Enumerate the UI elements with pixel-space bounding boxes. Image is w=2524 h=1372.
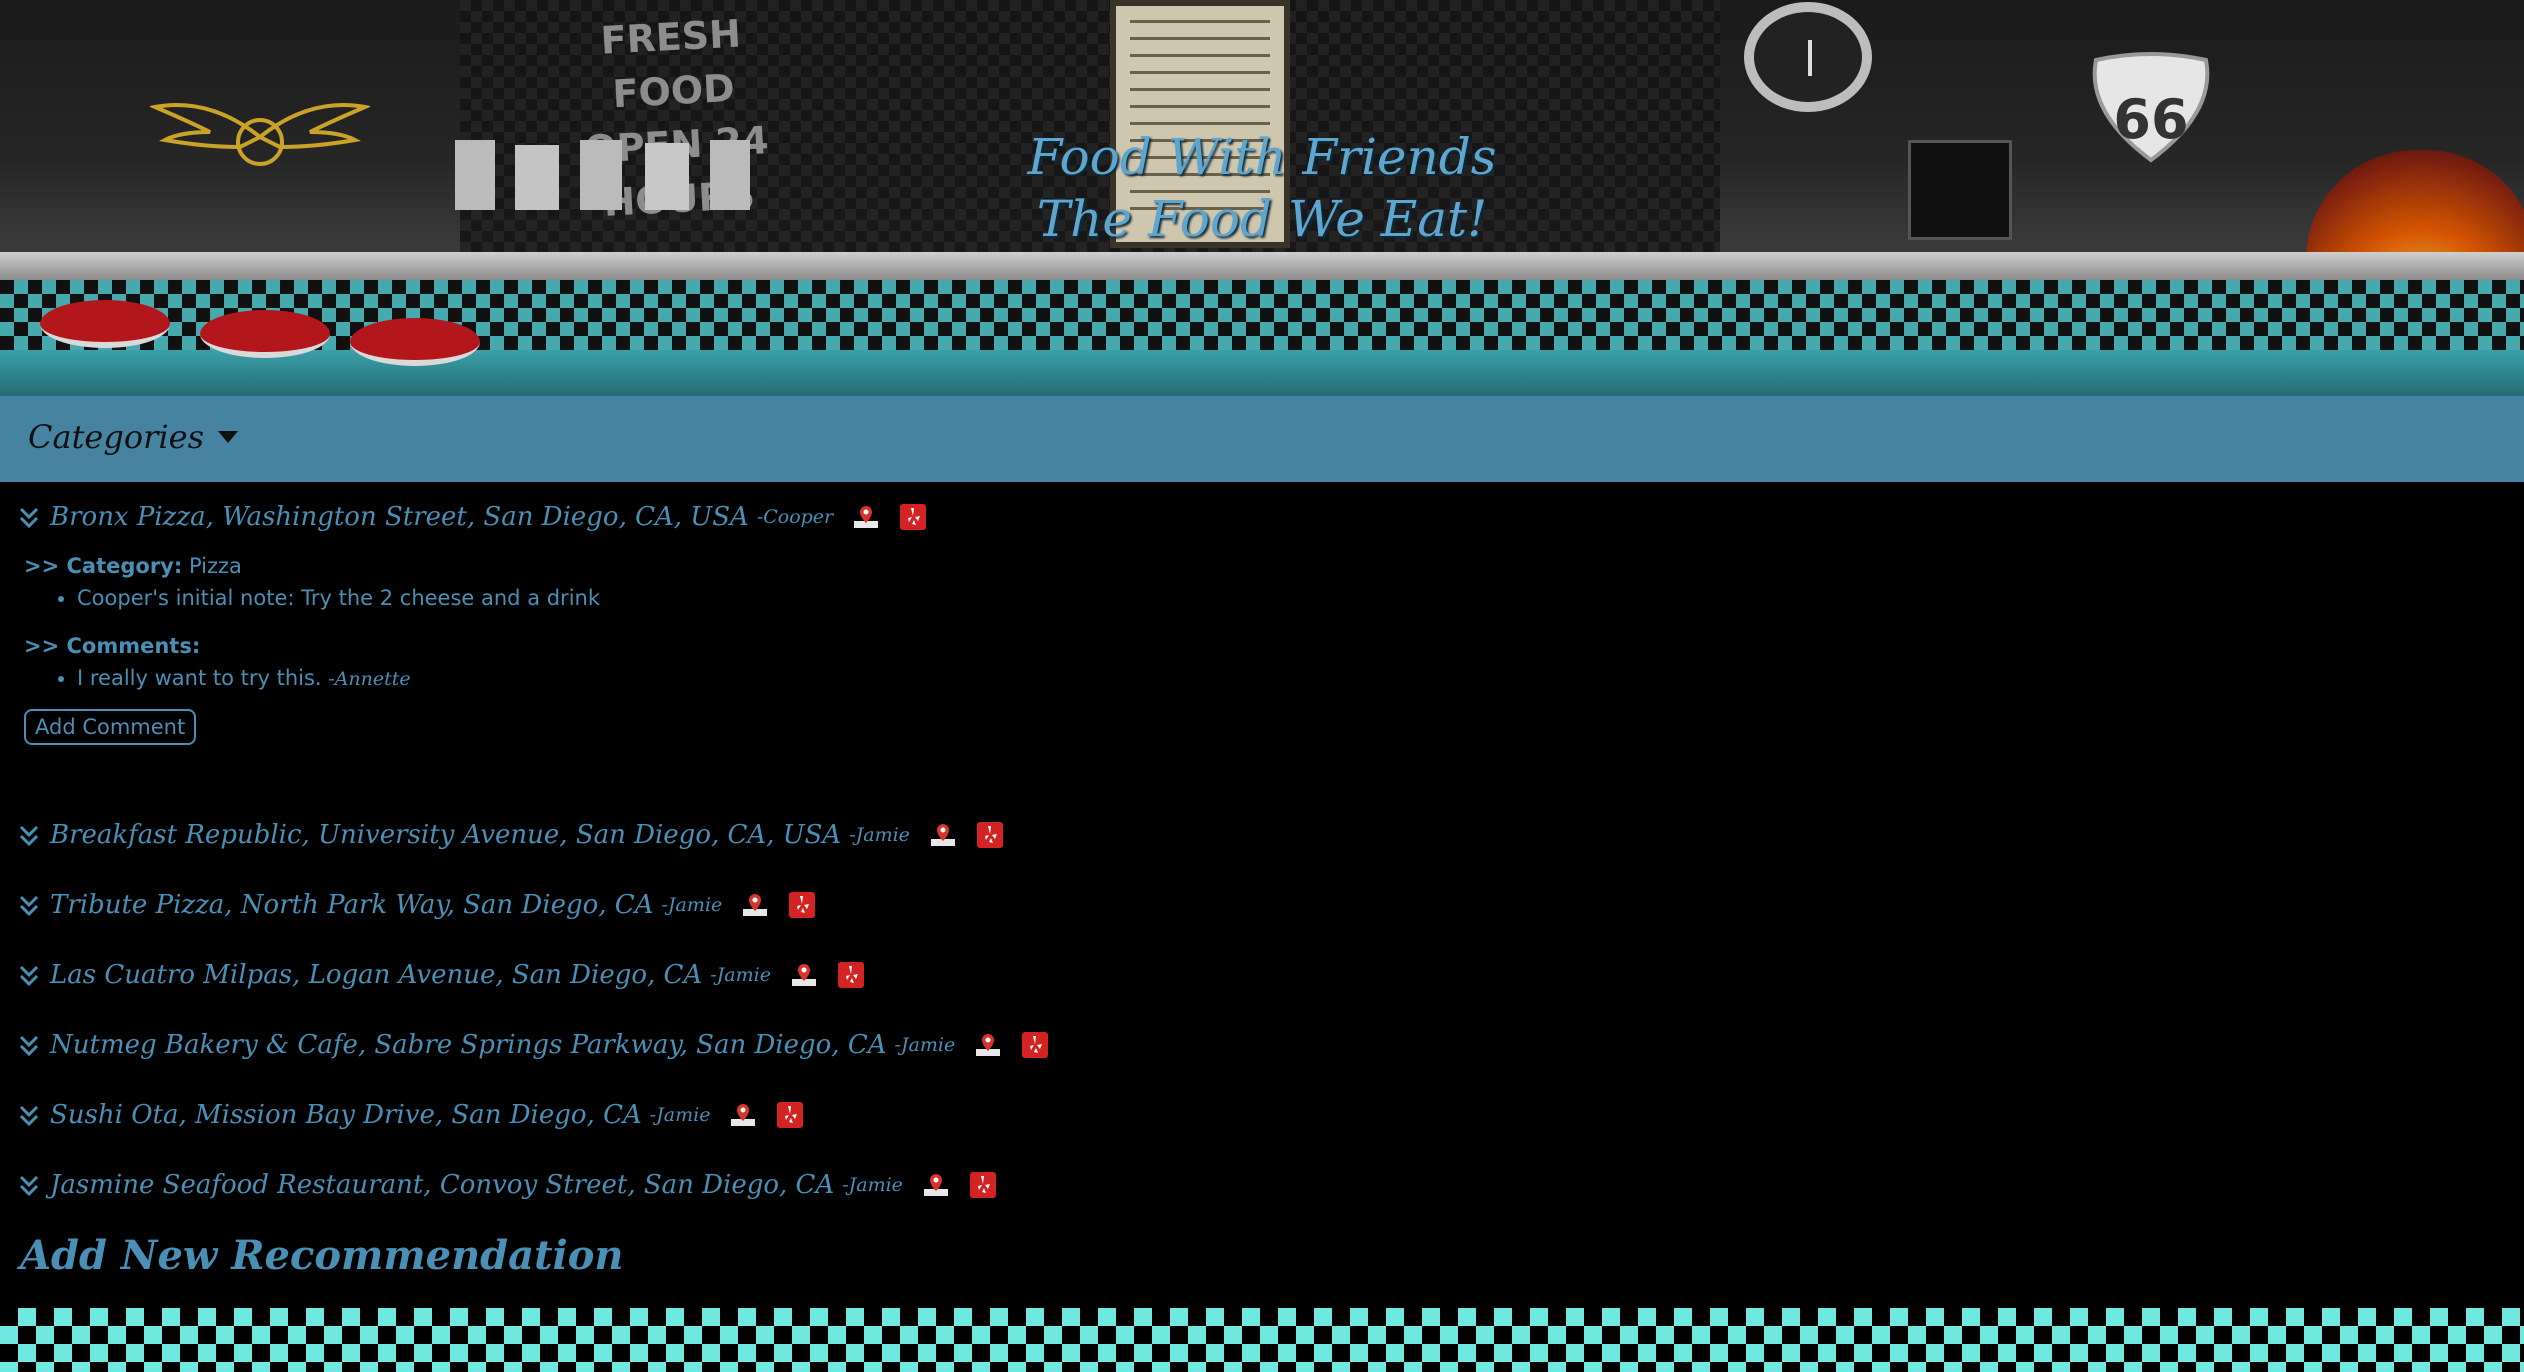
category-row: >> Category: Pizza xyxy=(24,554,600,578)
recommendation-title[interactable]: Nutmeg Bakery & Cafe, Sabre Springs Park… xyxy=(50,1030,887,1060)
chevrons-down-icon[interactable] xyxy=(18,505,40,529)
map-pin-icon[interactable] xyxy=(791,962,817,988)
map-pin-icon[interactable] xyxy=(930,822,956,848)
comments-list: I really want to try this. -Annette xyxy=(77,662,600,695)
comment-author: -Annette xyxy=(328,668,411,690)
initial-note: Cooper's initial note: Try the 2 cheese … xyxy=(77,582,600,614)
yelp-icon[interactable] xyxy=(837,961,865,989)
chevrons-down-icon[interactable] xyxy=(18,893,40,917)
stool xyxy=(40,300,170,348)
navbar: Categories xyxy=(0,396,2524,482)
recommendation-title[interactable]: Jasmine Seafood Restaurant, Convoy Stree… xyxy=(50,1170,834,1200)
add-comment-button[interactable]: Add Comment xyxy=(24,709,197,745)
recommendation-author: -Jamie xyxy=(842,1174,903,1196)
recommendation-item[interactable]: Bronx Pizza, Washington Street, San Dieg… xyxy=(18,497,927,537)
footer-checkerboard xyxy=(0,1308,2524,1372)
recommendation-title[interactable]: Tribute Pizza, North Park Way, San Diego… xyxy=(50,890,653,920)
recommendation-item[interactable]: Breakfast Republic, University Avenue, S… xyxy=(18,815,1004,855)
recommendation-author: -Jamie xyxy=(894,1034,956,1056)
comments-row: >> Comments: xyxy=(24,634,600,658)
chevrons-down-icon[interactable] xyxy=(18,823,40,847)
map-pin-icon[interactable] xyxy=(742,892,768,918)
recommendation-title[interactable]: Breakfast Republic, University Avenue, S… xyxy=(50,820,841,850)
recommendation-author: -Jamie xyxy=(661,894,723,916)
map-pin-icon[interactable] xyxy=(975,1032,1001,1058)
recommendation-author: -Cooper xyxy=(756,506,834,528)
notes-list: Cooper's initial note: Try the 2 cheese … xyxy=(77,582,600,614)
yelp-icon[interactable] xyxy=(899,503,927,531)
recommendation-title[interactable]: Bronx Pizza, Washington Street, San Dieg… xyxy=(50,502,749,532)
categories-label: Categories xyxy=(28,418,204,456)
yelp-icon[interactable] xyxy=(776,1101,804,1129)
comments-label: >> Comments: xyxy=(24,634,201,658)
recommendation-author: -Jamie xyxy=(649,1104,711,1126)
chevrons-down-icon[interactable] xyxy=(18,1103,40,1127)
stool xyxy=(350,318,480,366)
clock-icon xyxy=(1744,2,1872,112)
recommendation-title[interactable]: Las Cuatro Milpas, Logan Avenue, San Die… xyxy=(50,960,702,990)
categories-dropdown[interactable]: Categories xyxy=(28,418,238,456)
yelp-icon[interactable] xyxy=(1021,1031,1049,1059)
recommendation-item[interactable]: Nutmeg Bakery & Cafe, Sabre Springs Park… xyxy=(18,1025,1049,1065)
recommendation-author: -Jamie xyxy=(710,964,771,986)
recommendation-author: -Jamie xyxy=(849,824,910,846)
category-value: Pizza xyxy=(188,554,242,578)
chevrons-down-icon[interactable] xyxy=(18,1033,40,1057)
map-pin-icon[interactable] xyxy=(923,1172,949,1198)
recommendation-item[interactable]: Tribute Pizza, North Park Way, San Diego… xyxy=(18,885,816,925)
recommendation-title[interactable]: Sushi Ota, Mission Bay Drive, San Diego,… xyxy=(50,1100,642,1130)
caret-down-icon xyxy=(218,431,238,443)
comment-text: I really want to try this. xyxy=(77,666,322,690)
counter-top xyxy=(0,252,2524,280)
recommendation-item[interactable]: Jasmine Seafood Restaurant, Convoy Stree… xyxy=(18,1165,997,1205)
map-pin-icon[interactable] xyxy=(730,1102,756,1128)
category-label: >> Category: xyxy=(24,554,183,578)
recommendation-details: >> Category: Pizza Cooper's initial note… xyxy=(24,554,600,745)
chevrons-down-icon[interactable] xyxy=(18,1173,40,1197)
comment-item: I really want to try this. -Annette xyxy=(77,662,600,695)
stool xyxy=(200,310,330,358)
add-new-recommendation-link[interactable]: Add New Recommendation xyxy=(20,1232,624,1279)
recommendation-item[interactable]: Sushi Ota, Mission Bay Drive, San Diego,… xyxy=(18,1095,804,1135)
header-banner: FRESH FOOD OPEN 24 HOURS 66 Food With Fr… xyxy=(0,0,2524,396)
yelp-icon[interactable] xyxy=(976,821,1004,849)
yelp-icon[interactable] xyxy=(969,1171,997,1199)
site-title: Food With Friends The Food We Eat! xyxy=(1027,128,1497,248)
chevrons-down-icon[interactable] xyxy=(18,963,40,987)
yelp-icon[interactable] xyxy=(788,891,816,919)
map-pin-icon[interactable] xyxy=(853,504,879,530)
recommendation-item[interactable]: Las Cuatro Milpas, Logan Avenue, San Die… xyxy=(18,955,865,995)
